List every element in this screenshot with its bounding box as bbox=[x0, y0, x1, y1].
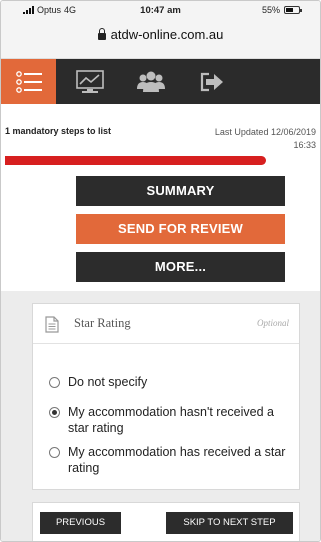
form-area: Star Rating Optional Do not specify My a… bbox=[1, 291, 320, 541]
browser-url-bar[interactable]: atdw-online.com.au bbox=[1, 25, 320, 59]
last-updated-date: Last Updated 12/06/2019 bbox=[214, 127, 316, 137]
section-title: Star Rating bbox=[74, 316, 131, 330]
skip-to-next-step-button[interactable]: SKIP TO NEXT STEP bbox=[166, 512, 293, 534]
users-group-icon bbox=[136, 71, 165, 92]
summary-button[interactable]: SUMMARY bbox=[76, 176, 285, 206]
nav-users[interactable] bbox=[123, 59, 178, 104]
listing-info: 1 mandatory steps to list Last Updated 1… bbox=[1, 104, 320, 154]
document-icon bbox=[45, 316, 59, 333]
listing-progress-bar bbox=[5, 156, 320, 165]
nav-dashboard[interactable] bbox=[62, 59, 117, 104]
option-label: My accommodation hasn't received a star … bbox=[68, 405, 274, 435]
star-rating-card: Star Rating Optional Do not specify My a… bbox=[32, 303, 300, 490]
top-navigation bbox=[1, 59, 320, 104]
option-not-received[interactable]: My accommodation hasn't received a star … bbox=[49, 404, 289, 436]
phone-screen: Optus 4G 10:47 am 55% atdw-online.com.au bbox=[0, 0, 321, 542]
option-has-received[interactable]: My accommodation has received a star rat… bbox=[49, 444, 289, 476]
last-updated: Last Updated 12/06/2019 16:33 bbox=[215, 126, 316, 152]
radio-button[interactable] bbox=[49, 377, 60, 388]
status-bar: Optus 4G 10:47 am 55% bbox=[1, 1, 320, 25]
option-do-not-specify[interactable]: Do not specify bbox=[49, 374, 147, 390]
radio-button[interactable] bbox=[49, 447, 60, 458]
battery-status: 55% bbox=[261, 5, 302, 15]
battery-icon bbox=[284, 6, 302, 14]
option-label: Do not specify bbox=[68, 375, 148, 389]
card-header: Star Rating Optional bbox=[33, 304, 299, 344]
battery-percent: 55% bbox=[261, 5, 280, 15]
lock-icon bbox=[97, 27, 106, 40]
monitor-chart-icon bbox=[75, 69, 104, 93]
mandatory-steps-text: 1 mandatory steps to list bbox=[5, 126, 112, 136]
radio-button[interactable] bbox=[49, 407, 60, 418]
url-text[interactable]: atdw-online.com.au bbox=[111, 27, 224, 42]
send-for-review-button[interactable]: SEND FOR REVIEW bbox=[76, 214, 285, 244]
progress-fill bbox=[5, 156, 267, 165]
nav-logout[interactable] bbox=[184, 59, 239, 104]
sign-out-icon bbox=[200, 72, 223, 91]
optional-label: Optional bbox=[256, 318, 289, 328]
previous-button[interactable]: PREVIOUS bbox=[40, 512, 121, 534]
option-label: My accommodation has received a star rat… bbox=[68, 445, 286, 475]
more-button[interactable]: MORE... bbox=[76, 252, 285, 282]
last-updated-time: 16:33 bbox=[293, 140, 316, 150]
list-menu-icon bbox=[15, 70, 42, 93]
nav-listing[interactable] bbox=[1, 59, 56, 104]
